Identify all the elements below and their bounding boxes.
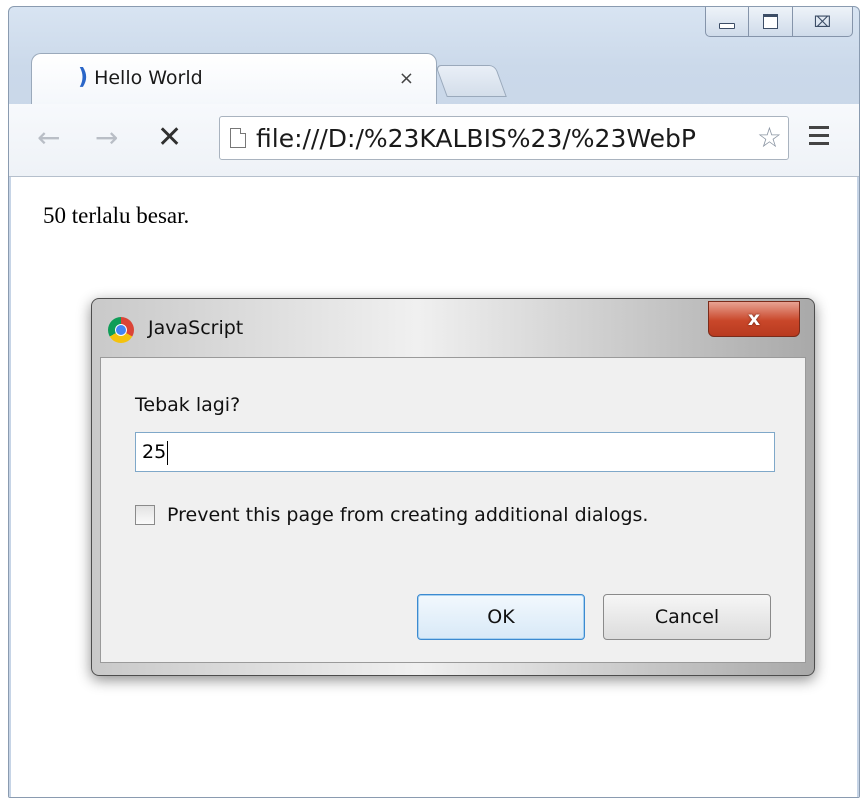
maximize-icon — [763, 14, 778, 29]
javascript-dialog: JavaScript x Tebak lagi? 25 Prevent this… — [91, 298, 815, 676]
tab-close-icon[interactable]: × — [399, 68, 414, 89]
loading-spinner-icon: ) — [78, 65, 89, 90]
window-controls: ⌧ — [705, 7, 853, 45]
tab-hello-world[interactable]: ) Hello World × — [31, 53, 437, 105]
url-text[interactable]: file:///D:/%23KALBIS%23/%23WebP — [256, 124, 746, 153]
menu-bar — [809, 126, 829, 129]
window-close-icon: ⌧ — [813, 12, 832, 31]
chrome-logo-icon — [108, 317, 134, 343]
dialog-title: JavaScript — [148, 317, 244, 339]
prevent-dialogs-option[interactable]: Prevent this page from creating addition… — [135, 504, 648, 526]
maximize-button[interactable] — [749, 7, 793, 37]
prompt-input-value: 25 — [142, 441, 167, 463]
back-arrow-icon[interactable]: ← — [37, 122, 60, 154]
bookmark-star-icon[interactable]: ☆ — [757, 123, 782, 153]
dialog-close-icon: x — [747, 308, 761, 330]
cancel-button[interactable]: Cancel — [603, 594, 771, 640]
page-icon — [230, 128, 246, 148]
browser-toolbar: ← → ✕ file:///D:/%23KALBIS%23/%23WebP ☆ — [9, 104, 859, 177]
minimize-button[interactable] — [705, 7, 749, 37]
stop-icon[interactable]: ✕ — [157, 122, 182, 154]
minimize-icon — [719, 22, 735, 29]
dialog-titlebar: JavaScript x — [92, 299, 814, 357]
menu-bar — [809, 142, 829, 145]
dialog-body: Tebak lagi? 25 Prevent this page from cr… — [100, 357, 806, 663]
tab-title: Hello World — [94, 67, 203, 89]
new-tab-button[interactable] — [435, 65, 507, 97]
prevent-dialogs-label: Prevent this page from creating addition… — [167, 504, 649, 526]
page-text: 50 terlalu besar. — [43, 203, 190, 228]
prompt-input[interactable]: 25 — [135, 432, 775, 472]
menu-icon[interactable] — [809, 126, 829, 150]
dialog-close-button[interactable]: x — [708, 301, 800, 337]
address-bar[interactable]: file:///D:/%23KALBIS%23/%23WebP ☆ — [219, 116, 789, 160]
ok-button[interactable]: OK — [417, 594, 585, 640]
forward-arrow-icon[interactable]: → — [95, 122, 118, 154]
tab-content: ) Hello World — [78, 65, 203, 90]
prevent-dialogs-checkbox[interactable] — [135, 505, 155, 525]
text-caret — [167, 440, 169, 465]
menu-bar — [809, 134, 829, 137]
dialog-message: Tebak lagi? — [135, 394, 241, 416]
window-close-button[interactable]: ⌧ — [793, 7, 853, 37]
